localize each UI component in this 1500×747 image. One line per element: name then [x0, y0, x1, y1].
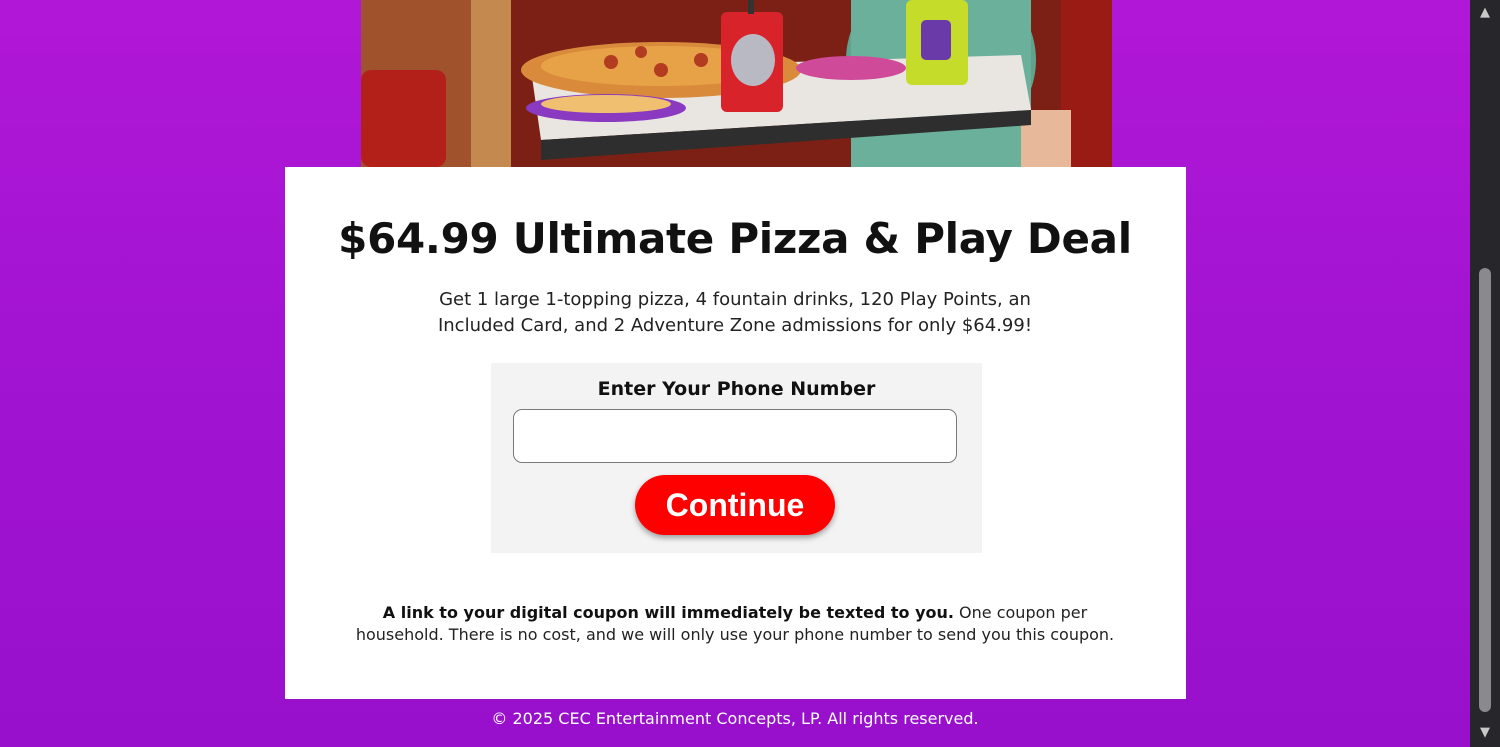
phone-label: Enter Your Phone Number	[597, 378, 876, 400]
scroll-down-icon[interactable]: ▼	[1470, 722, 1500, 744]
phone-input[interactable]	[513, 409, 957, 463]
scroll-up-icon[interactable]: ▲	[1470, 2, 1500, 24]
phone-form: Enter Your Phone Number Continue	[491, 363, 982, 553]
footer-copyright: © 2025 CEC Entertainment Concepts, LP. A…	[491, 709, 979, 728]
disclaimer-bold: A link to your digital coupon will immed…	[382, 603, 954, 622]
offer-description: Get 1 large 1-topping pizza, 4 fountain …	[437, 289, 1033, 336]
coupon-disclaimer: A link to your digital coupon will immed…	[345, 602, 1125, 646]
offer-title: $64.99 Ultimate Pizza & Play Deal	[338, 214, 1132, 263]
scroll-thumb[interactable]	[1479, 268, 1491, 712]
vertical-scrollbar[interactable]: ▲ ▼	[1470, 0, 1500, 747]
family-pizza-photo	[361, 0, 1112, 167]
continue-button[interactable]: Continue	[635, 475, 835, 535]
hero-image	[361, 0, 1112, 167]
